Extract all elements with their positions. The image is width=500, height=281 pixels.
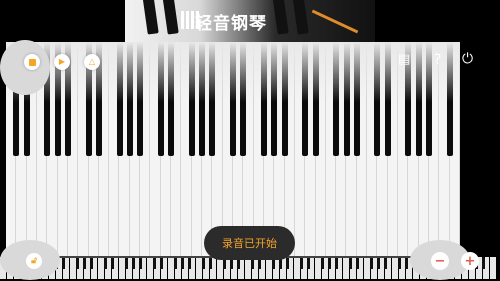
mini-white-key [490, 257, 496, 279]
banner-key [272, 0, 289, 35]
plus-icon: + [464, 253, 476, 269]
corner-shade [0, 40, 50, 95]
banner-key [292, 0, 309, 35]
key-shadow [6, 42, 460, 102]
metronome-button[interactable]: △ [84, 54, 100, 70]
lock-button[interactable]: 🔓︎ [26, 253, 42, 269]
recording-toast: 录音已开始 [204, 226, 295, 260]
record-list-icon[interactable]: ▤ [398, 52, 410, 67]
zoom-in-button[interactable]: + [461, 252, 479, 270]
banner-ad[interactable]: 轻音钢琴 [125, 0, 375, 42]
banner-key [142, 0, 159, 35]
right-panel [460, 42, 500, 256]
banner-title: 轻音钢琴 [195, 14, 267, 34]
piano-app: 轻音钢琴 ▶ △ ▤ ? ⏻ 🔓︎ − + 录音已开始 [0, 0, 500, 281]
mini-black-key [481, 257, 485, 269]
banner-key [162, 0, 179, 35]
minus-icon: − [434, 253, 446, 269]
lock-icon: 🔓︎ [31, 256, 37, 266]
stop-icon [28, 58, 36, 66]
zoom-out-button[interactable]: − [431, 252, 449, 270]
help-button[interactable]: ? [434, 52, 441, 68]
metronome-icon: △ [88, 57, 96, 66]
banner-streak [311, 9, 359, 34]
stop-button[interactable] [24, 54, 40, 70]
play-icon: ▶ [58, 57, 66, 66]
power-icon[interactable]: ⏻ [462, 51, 473, 67]
play-button[interactable]: ▶ [54, 54, 70, 70]
